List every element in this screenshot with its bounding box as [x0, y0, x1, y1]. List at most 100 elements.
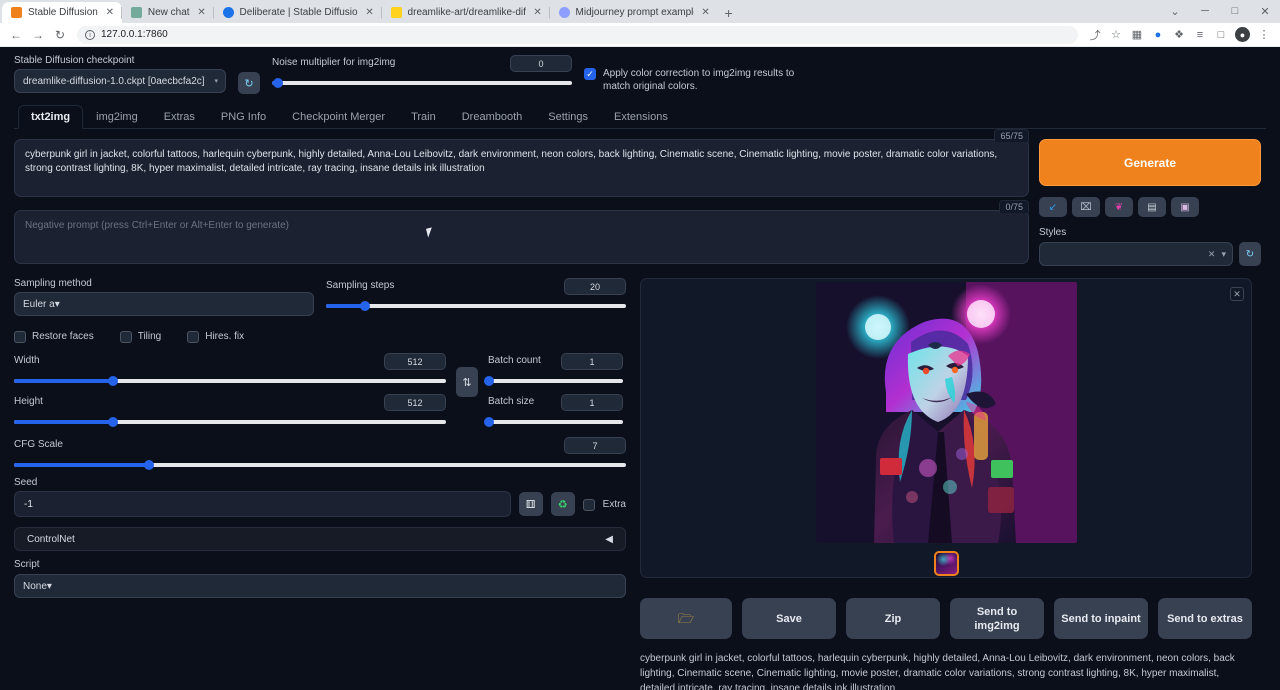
generated-image[interactable]	[816, 282, 1077, 543]
slider-knob[interactable]	[108, 417, 118, 427]
bookmark-star-icon[interactable]: ☆	[1106, 25, 1126, 45]
hires-fix-group[interactable]: Hires. fix	[187, 330, 244, 343]
tab-close-icon[interactable]: ✕	[104, 7, 116, 19]
chevron-down-icon[interactable]: ⌄	[1160, 0, 1190, 22]
slider-knob[interactable]	[484, 376, 494, 386]
slider-knob[interactable]	[360, 301, 370, 311]
tab-close-icon[interactable]: ✕	[532, 7, 544, 19]
maximize-icon[interactable]: □	[1220, 0, 1250, 22]
slider-knob[interactable]	[484, 417, 494, 427]
close-gallery-icon[interactable]: ✕	[1230, 287, 1244, 301]
reload-icon[interactable]: ↻	[50, 25, 70, 45]
browser-tab-2[interactable]: Deliberate | Stable Diffusion Che ✕	[214, 2, 382, 23]
back-icon[interactable]: ←	[6, 25, 26, 45]
noise-multiplier-group: Noise multiplier for img2img 0	[272, 55, 572, 85]
tab-extensions[interactable]: Extensions	[601, 105, 681, 129]
chevron-down-icon[interactable]: ▾	[1221, 249, 1226, 260]
height-value[interactable]: 512	[384, 394, 446, 411]
blue-circle-extension-icon[interactable]: ●	[1148, 25, 1168, 45]
site-info-icon[interactable]: i	[85, 30, 95, 40]
noise-multiplier-value[interactable]: 0	[510, 55, 572, 72]
profile-avatar[interactable]: ●	[1235, 27, 1250, 42]
address-bar[interactable]: i 127.0.0.1:7860	[77, 26, 1078, 44]
browser-tab-4[interactable]: Midjourney prompt examples : L ✕	[550, 2, 718, 23]
color-correction-group[interactable]: ✓ Apply color correction to img2img resu…	[584, 67, 813, 93]
batch-count-value[interactable]: 1	[561, 353, 623, 370]
sampling-steps-slider[interactable]	[326, 304, 626, 308]
save-style-icon[interactable]: ▣	[1171, 197, 1199, 217]
width-value[interactable]: 512	[384, 353, 446, 370]
slider-knob[interactable]	[273, 78, 283, 88]
browser-tab-3[interactable]: dreamlike-art/dreamlike-diffusio ✕	[382, 2, 550, 23]
refresh-styles-button[interactable]: ↻	[1239, 242, 1261, 266]
color-correction-checkbox[interactable]: ✓	[584, 68, 596, 80]
close-window-icon[interactable]: ✕	[1250, 0, 1280, 22]
swap-dimensions-button[interactable]: ⇅	[456, 367, 478, 397]
zip-button[interactable]: Zip	[846, 598, 940, 639]
extra-seed-checkbox[interactable]	[583, 499, 595, 511]
cfg-scale-slider[interactable]	[14, 463, 626, 467]
hires-fix-checkbox[interactable]	[187, 331, 199, 343]
clear-prompt-icon[interactable]: ⌧	[1072, 197, 1100, 217]
slider-knob[interactable]	[144, 460, 154, 470]
width-slider[interactable]	[14, 379, 446, 383]
refresh-checkpoints-button[interactable]: ↻	[238, 72, 260, 94]
generate-button[interactable]: Generate	[1039, 139, 1261, 186]
batch-size-slider[interactable]	[488, 420, 623, 424]
browser-menu-icon[interactable]: ⋮	[1254, 25, 1274, 45]
restore-faces-checkbox[interactable]	[14, 331, 26, 343]
tab-img2img[interactable]: img2img	[83, 105, 151, 129]
open-folder-button[interactable]: 🗁	[640, 598, 732, 639]
noise-multiplier-slider[interactable]	[272, 81, 572, 85]
batch-count-slider[interactable]	[488, 379, 623, 383]
tab-close-icon[interactable]: ✕	[196, 7, 208, 19]
tiling-checkbox[interactable]	[120, 331, 132, 343]
tab-extras[interactable]: Extras	[151, 105, 208, 129]
send-to-inpaint-button[interactable]: Send to inpaint	[1054, 598, 1148, 639]
sampling-method-select[interactable]: Euler a ▾	[14, 292, 314, 316]
batch-size-value[interactable]: 1	[561, 394, 623, 411]
height-slider[interactable]	[14, 420, 446, 424]
minimize-icon[interactable]: ─	[1190, 0, 1220, 22]
gallery-thumbnail-0[interactable]	[934, 551, 959, 576]
tab-dreambooth[interactable]: Dreambooth	[449, 105, 536, 129]
restore-faces-group[interactable]: Restore faces	[14, 330, 94, 343]
tab-txt2img[interactable]: txt2img	[18, 105, 83, 129]
negative-prompt-input[interactable]: Negative prompt (press Ctrl+Enter or Alt…	[14, 210, 1029, 264]
restore-progress-icon[interactable]: ↙	[1039, 197, 1067, 217]
extra-networks-icon[interactable]: ❦	[1105, 197, 1133, 217]
slider-knob[interactable]	[108, 376, 118, 386]
forward-icon[interactable]: →	[28, 25, 48, 45]
reuse-seed-button[interactable]: ♻	[551, 492, 575, 516]
send-to-img2img-button[interactable]: Send to img2img	[950, 598, 1044, 639]
send-to-extras-button[interactable]: Send to extras	[1158, 598, 1252, 639]
puzzle-extensions-icon[interactable]: ❖	[1169, 25, 1189, 45]
browser-tab-1[interactable]: New chat ✕	[122, 2, 214, 23]
checkpoint-select[interactable]: dreamlike-diffusion-1.0.ckpt [0aecbcfa2c…	[14, 69, 226, 93]
random-seed-button[interactable]: ⚅	[519, 492, 543, 516]
prompt-input[interactable]: cyberpunk girl in jacket, colorful tatto…	[14, 139, 1029, 197]
side-panel-icon[interactable]: □	[1211, 25, 1231, 45]
cfg-scale-value[interactable]: 7	[564, 437, 626, 454]
seed-input[interactable]: -1	[14, 491, 511, 517]
tab-close-icon[interactable]: ✕	[700, 7, 712, 19]
tab-settings[interactable]: Settings	[535, 105, 601, 129]
tiling-group[interactable]: Tiling	[120, 330, 162, 343]
script-select[interactable]: None ▾	[14, 574, 626, 598]
browser-tab-0[interactable]: Stable Diffusion ✕	[2, 2, 122, 23]
styles-clear-icon[interactable]: ✕	[1208, 249, 1216, 260]
tab-checkpoint-merger[interactable]: Checkpoint Merger	[279, 105, 398, 129]
chevron-left-icon[interactable]: ◀	[605, 534, 613, 545]
tab-train[interactable]: Train	[398, 105, 449, 129]
apply-style-icon[interactable]: ▤	[1138, 197, 1166, 217]
reading-list-icon[interactable]: ≡	[1190, 25, 1210, 45]
new-tab-button[interactable]: +	[718, 3, 740, 23]
save-button[interactable]: Save	[742, 598, 836, 639]
tab-close-icon[interactable]: ✕	[364, 7, 376, 19]
sampling-steps-value[interactable]: 20	[564, 278, 626, 295]
tab-png-info[interactable]: PNG Info	[208, 105, 279, 129]
controlnet-accordion[interactable]: ControlNet ◀	[14, 527, 626, 551]
calendar-extension-icon[interactable]: ▦	[1127, 25, 1147, 45]
share-icon[interactable]: ⤴	[1085, 25, 1105, 45]
styles-select[interactable]: ✕ ▾	[1039, 242, 1233, 266]
